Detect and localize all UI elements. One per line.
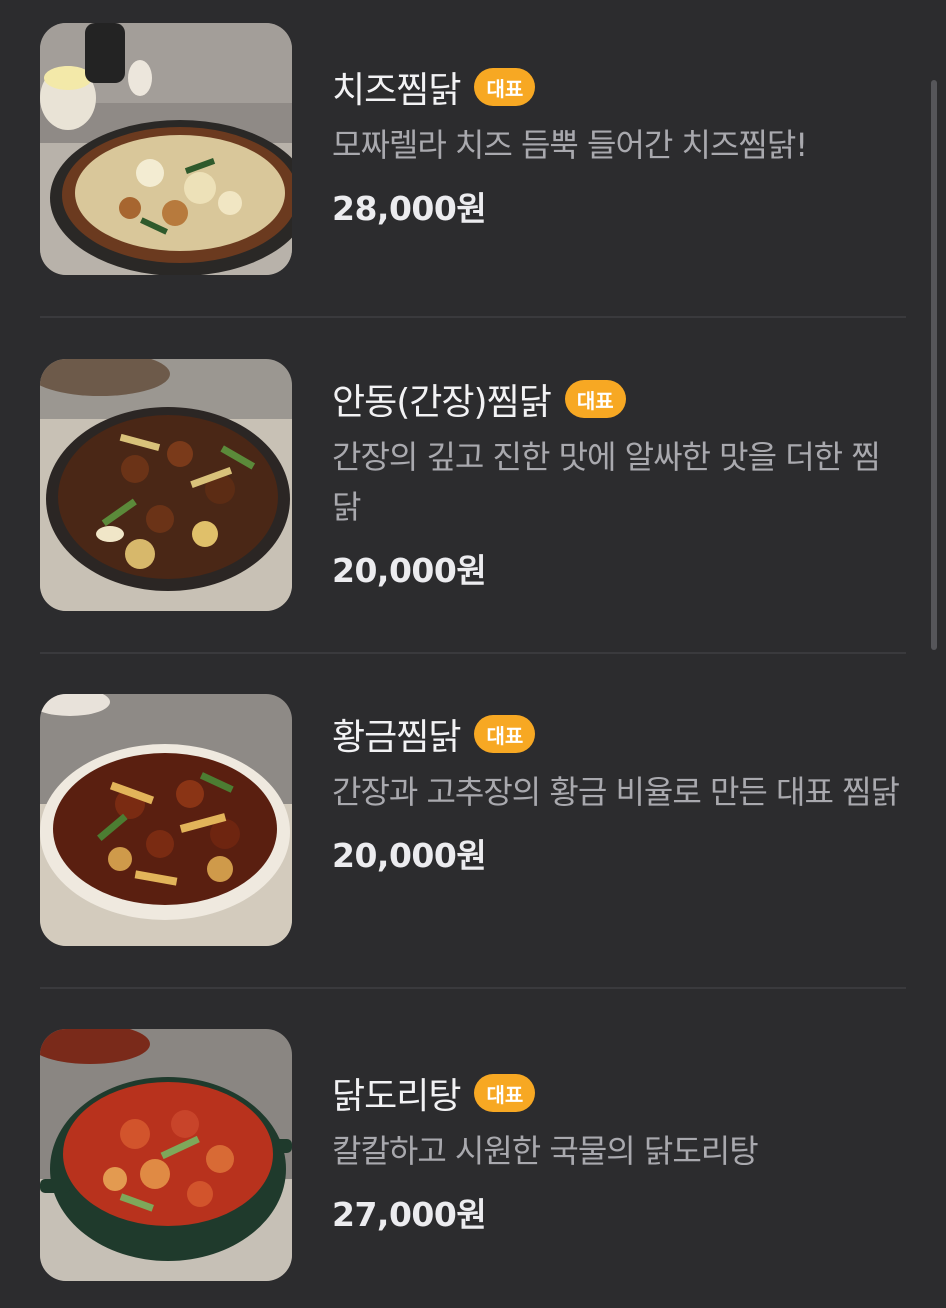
menu-item-name: 치즈찜닭 (332, 70, 461, 111)
menu-item-description: 모짜렐라 치즈 듬뿍 들어간 치즈찜닭! (332, 126, 808, 164)
menu-item-price: 20,000원 (332, 836, 487, 875)
divider (40, 652, 906, 654)
menu-item-andong-jjimdak[interactable]: 안동(간장)찜닭 대표 간장의 깊고 진한 맛에 알싸한 맛을 더한 찜닭 20… (40, 359, 906, 611)
signature-badge: 대표 (564, 380, 626, 418)
menu-item-dakdoritang[interactable]: 닭도리탕 대표 칼칼하고 시원한 국물의 닭도리탕 27,000원 (40, 1029, 906, 1281)
scrollbar[interactable] (931, 80, 937, 650)
menu-item-cheese-jjimdak[interactable]: 치즈찜닭 대표 모짜렐라 치즈 듬뿍 들어간 치즈찜닭! 28,000원 (40, 23, 906, 275)
menu-item-description: 간장과 고추장의 황금 비율로 만든 대표 찜닭 (332, 773, 900, 811)
menu-item-description: 간장의 깊고 진한 맛에 알싸한 맛을 더한 찜닭 (332, 438, 881, 526)
title-row: 닭도리탕 대표 (332, 1065, 906, 1121)
menu-item-price: 20,000원 (332, 551, 487, 590)
menu-item-name: 닭도리탕 (332, 1076, 461, 1117)
menu-item-info: 닭도리탕 대표 칼칼하고 시원한 국물의 닭도리탕 27,000원 (332, 1029, 906, 1236)
menu-item-info: 황금찜닭 대표 간장과 고추장의 황금 비율로 만든 대표 찜닭 20,000원 (332, 694, 906, 877)
menu-item-price: 28,000원 (332, 189, 487, 228)
signature-badge: 대표 (474, 1074, 536, 1112)
menu-item-name: 황금찜닭 (332, 717, 461, 758)
menu-item-golden-jjimdak[interactable]: 황금찜닭 대표 간장과 고추장의 황금 비율로 만든 대표 찜닭 20,000원 (40, 694, 906, 946)
andong-jjimdak-photo (40, 359, 292, 611)
title-row: 안동(간장)찜닭 대표 (332, 371, 906, 427)
divider (40, 987, 906, 989)
signature-badge: 대표 (474, 715, 536, 753)
signature-badge: 대표 (474, 68, 536, 106)
title-row: 황금찜닭 대표 (332, 706, 906, 762)
divider (40, 316, 906, 318)
menu-item-info: 치즈찜닭 대표 모짜렐라 치즈 듬뿍 들어간 치즈찜닭! 28,000원 (332, 23, 906, 230)
cheese-jjimdak-photo (40, 23, 292, 275)
menu-item-price: 27,000원 (332, 1195, 487, 1234)
menu-item-info: 안동(간장)찜닭 대표 간장의 깊고 진한 맛에 알싸한 맛을 더한 찜닭 20… (332, 359, 906, 592)
dakdoritang-photo (40, 1029, 292, 1281)
golden-jjimdak-photo (40, 694, 292, 946)
menu-item-name: 안동(간장)찜닭 (332, 382, 552, 423)
menu-item-description: 칼칼하고 시원한 국물의 닭도리탕 (332, 1132, 759, 1170)
title-row: 치즈찜닭 대표 (332, 59, 906, 115)
menu-list: 치즈찜닭 대표 모짜렐라 치즈 듬뿍 들어간 치즈찜닭! 28,000원 안동(… (0, 0, 946, 1308)
